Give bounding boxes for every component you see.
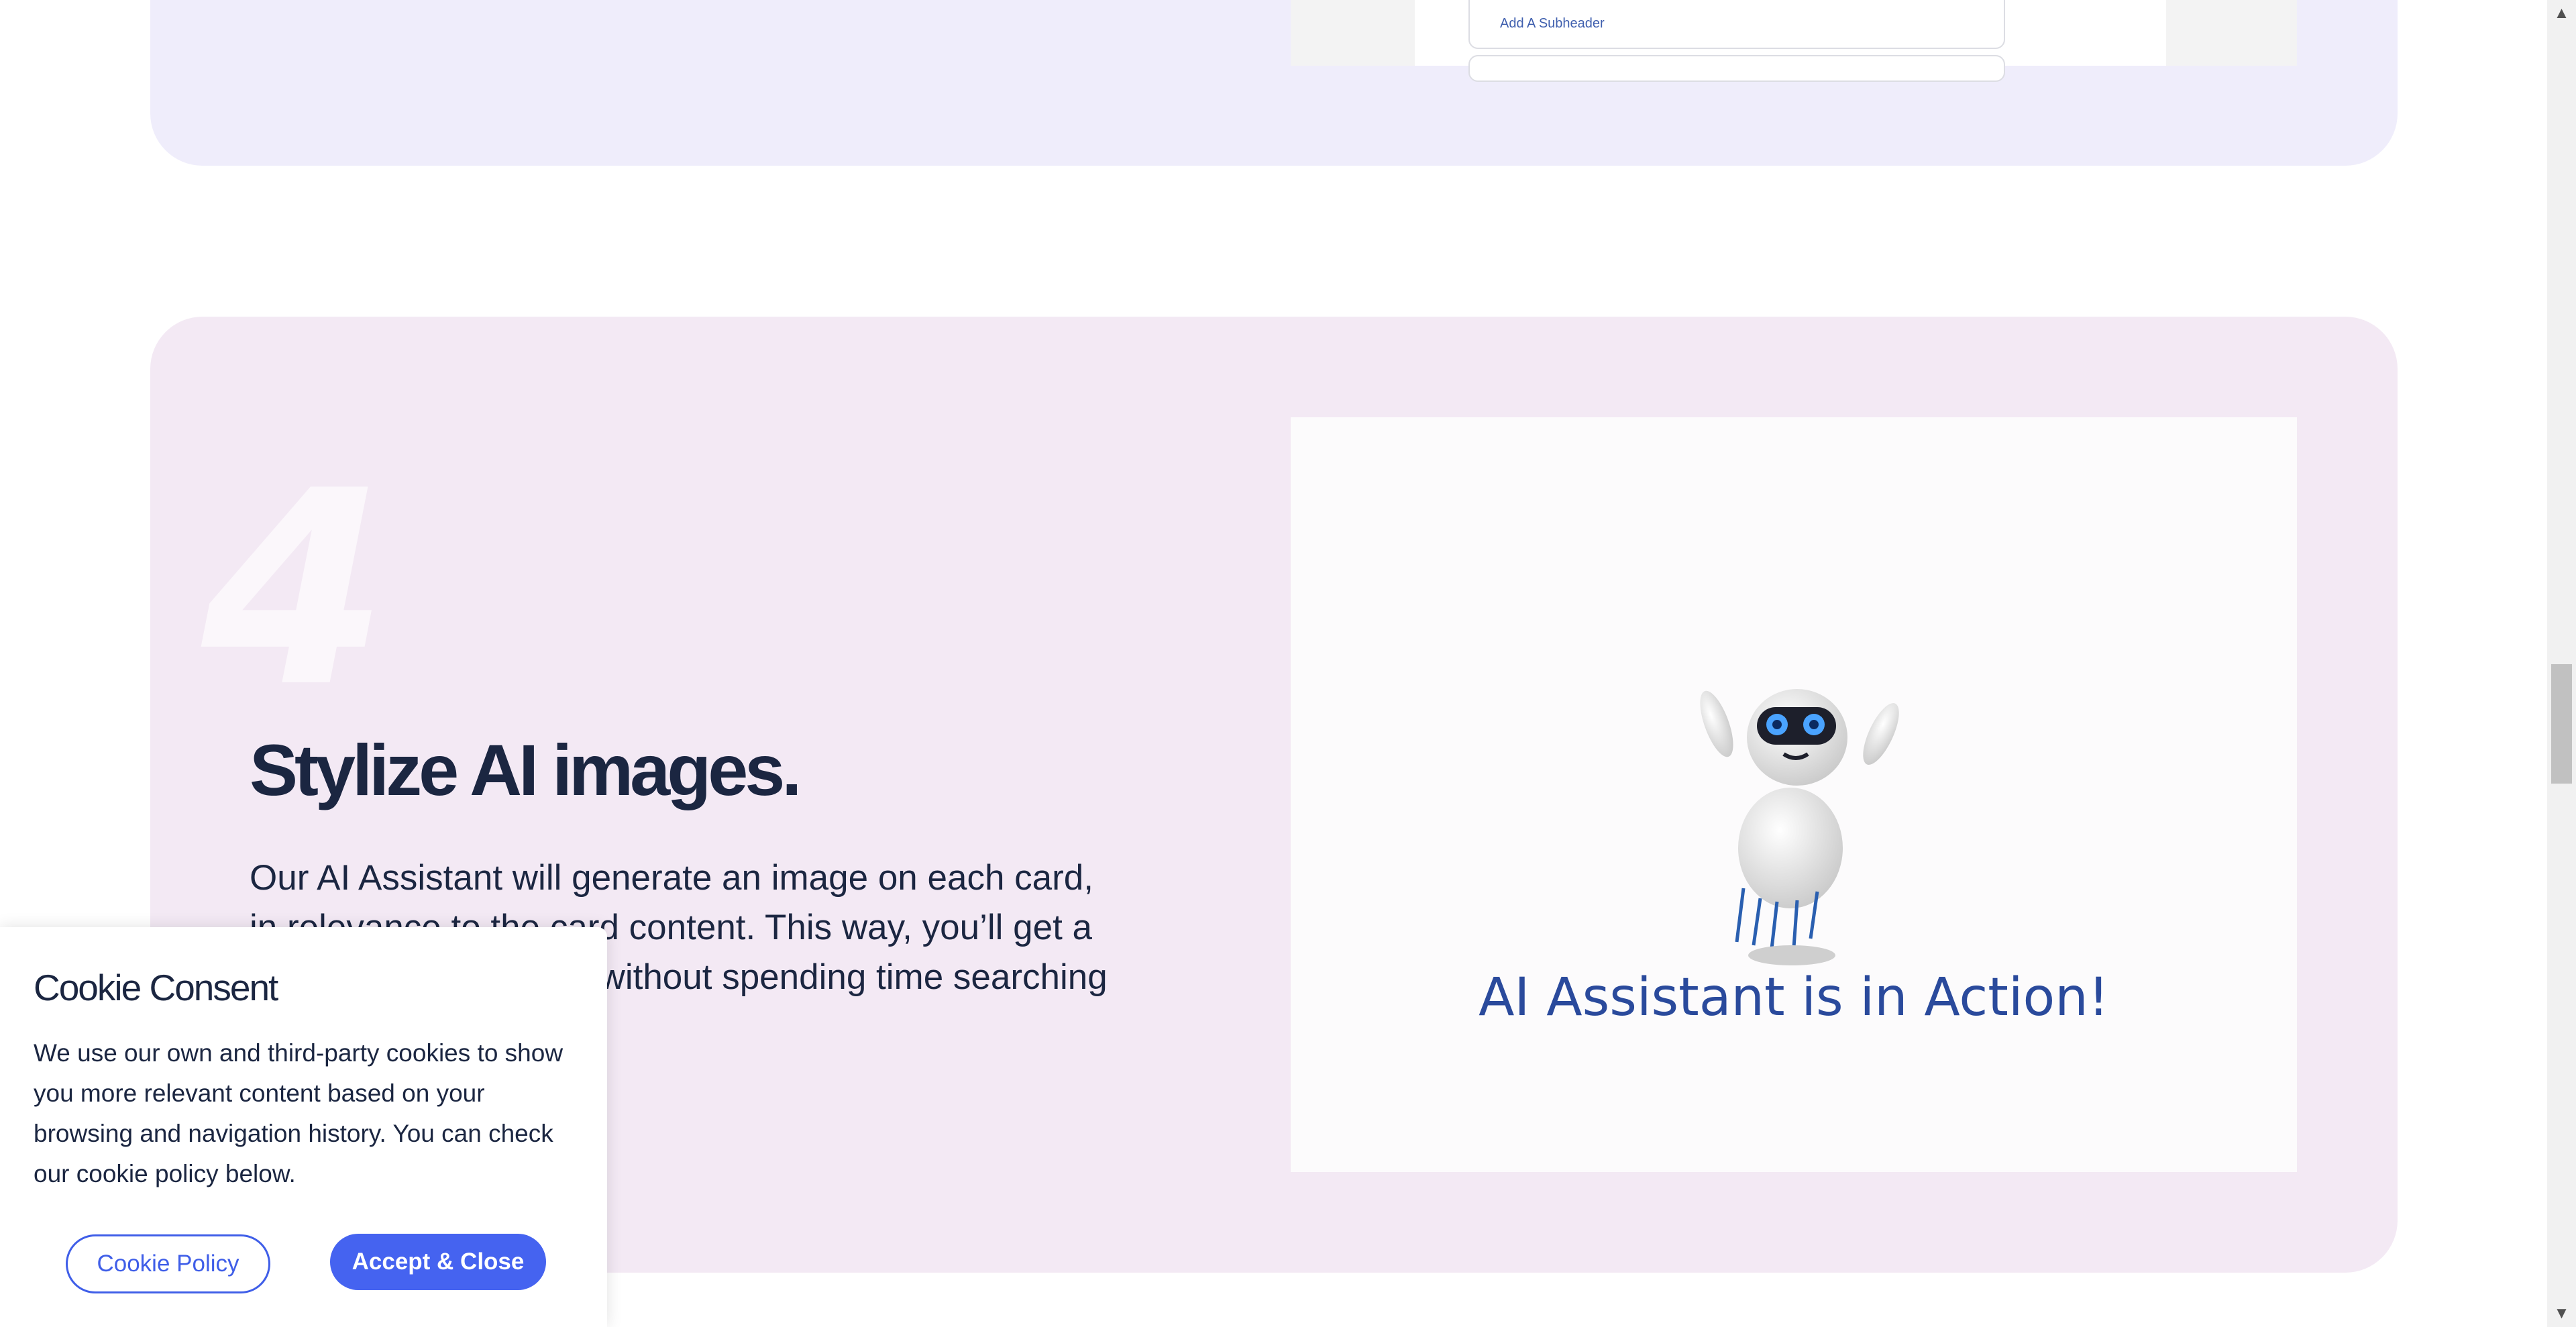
preview-subheader-card: Add A Subheader — [1468, 0, 2005, 49]
robot-icon — [1700, 689, 1899, 965]
scroll-thumb[interactable] — [2551, 664, 2572, 784]
preview-next-card — [1468, 55, 2005, 82]
accept-close-button[interactable]: Accept & Close — [330, 1234, 546, 1290]
cookie-policy-button[interactable]: Cookie Policy — [66, 1234, 270, 1293]
preview-subheader-link: Add A Subheader — [1500, 16, 1605, 31]
cookie-title: Cookie Consent — [34, 967, 278, 1008]
page-scrollbar[interactable]: ▲ ▼ — [2547, 0, 2576, 1327]
media-caption: AI Assistant is in Action! — [1479, 967, 2109, 1028]
cookie-text: We use our own and third-party cookies t… — [34, 1039, 564, 1187]
feature-step-number: 4 — [201, 434, 388, 746]
previous-feature-preview: Add A Subheader — [1291, 0, 2297, 82]
arrow-up-icon[interactable]: ▲ — [2547, 0, 2576, 27]
arrow-down-icon[interactable]: ▼ — [2547, 1300, 2576, 1327]
cookie-consent-banner: Cookie Consent We use our own and third-… — [0, 927, 607, 1327]
feature-media: AI Assistant is in Action! — [1291, 417, 2297, 1172]
feature-heading: Stylize AI images. — [250, 729, 802, 810]
preview-canvas: Add A Subheader — [1415, 0, 2166, 82]
previous-feature-section: Add A Subheader — [150, 0, 2398, 166]
